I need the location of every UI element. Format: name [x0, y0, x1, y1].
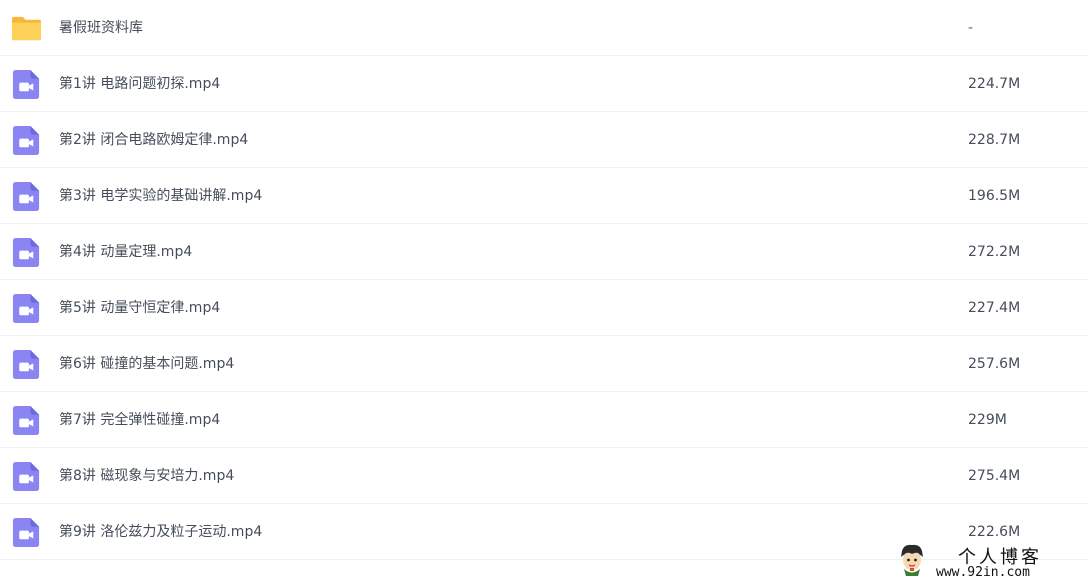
file-row-video[interactable]: 第4讲 动量定理.mp4 272.2M	[0, 224, 1089, 280]
file-name[interactable]: 暑假班资料库	[59, 0, 143, 56]
folder-icon	[11, 16, 42, 41]
file-name[interactable]: 第2讲 闭合电路欧姆定律.mp4	[59, 112, 248, 168]
cartoon-face-logo	[901, 544, 923, 576]
file-row-video[interactable]: 第1讲 电路问题初探.mp4 224.7M	[0, 56, 1089, 112]
video-file-icon	[12, 237, 40, 268]
video-file-icon	[12, 517, 40, 548]
video-file-icon	[12, 405, 40, 436]
file-row-video[interactable]: 第8讲 磁现象与安培力.mp4 275.4M	[0, 448, 1089, 504]
file-size: 228.7M	[968, 132, 1021, 148]
file-size: 272.2M	[968, 244, 1021, 260]
file-size: 224.7M	[968, 76, 1021, 92]
file-name[interactable]: 第8讲 磁现象与安培力.mp4	[59, 448, 234, 504]
watermark: 个人博客 www.92in.com	[898, 543, 1084, 581]
file-size: 257.6M	[968, 356, 1021, 372]
file-row-video[interactable]: 第7讲 完全弹性碰撞.mp4 229M	[0, 392, 1089, 448]
video-file-icon	[12, 181, 40, 212]
file-row-video[interactable]: 第3讲 电学实验的基础讲解.mp4 196.5M	[0, 168, 1089, 224]
video-file-icon	[12, 125, 40, 156]
file-row-video[interactable]: 第5讲 动量守恒定律.mp4 227.4M	[0, 280, 1089, 336]
file-name[interactable]: 第9讲 洛伦兹力及粒子运动.mp4	[59, 504, 262, 560]
file-list: 暑假班资料库 - 第1讲 电路问题初探.mp4 224.7M 第2讲 闭合电路欧…	[0, 0, 1089, 560]
file-row-folder[interactable]: 暑假班资料库 -	[0, 0, 1089, 56]
file-size: 229M	[968, 412, 1007, 428]
video-file-icon	[12, 349, 40, 380]
file-row-video[interactable]: 第2讲 闭合电路欧姆定律.mp4 228.7M	[0, 112, 1089, 168]
file-name[interactable]: 第5讲 动量守恒定律.mp4	[59, 280, 220, 336]
file-size: 227.4M	[968, 300, 1021, 316]
video-file-icon	[12, 69, 40, 100]
video-file-icon	[12, 293, 40, 324]
file-size: 196.5M	[968, 188, 1021, 204]
file-size: 275.4M	[968, 468, 1021, 484]
file-name[interactable]: 第4讲 动量定理.mp4	[59, 224, 192, 280]
file-name[interactable]: 第1讲 电路问题初探.mp4	[59, 56, 220, 112]
file-name[interactable]: 第7讲 完全弹性碰撞.mp4	[59, 392, 220, 448]
file-row-video[interactable]: 第6讲 碰撞的基本问题.mp4 257.6M	[0, 336, 1089, 392]
video-file-icon	[12, 461, 40, 492]
file-size: -	[968, 20, 974, 36]
file-name[interactable]: 第6讲 碰撞的基本问题.mp4	[59, 336, 234, 392]
watermark-url: www.92in.com	[936, 565, 1030, 580]
file-name[interactable]: 第3讲 电学实验的基础讲解.mp4	[59, 168, 262, 224]
